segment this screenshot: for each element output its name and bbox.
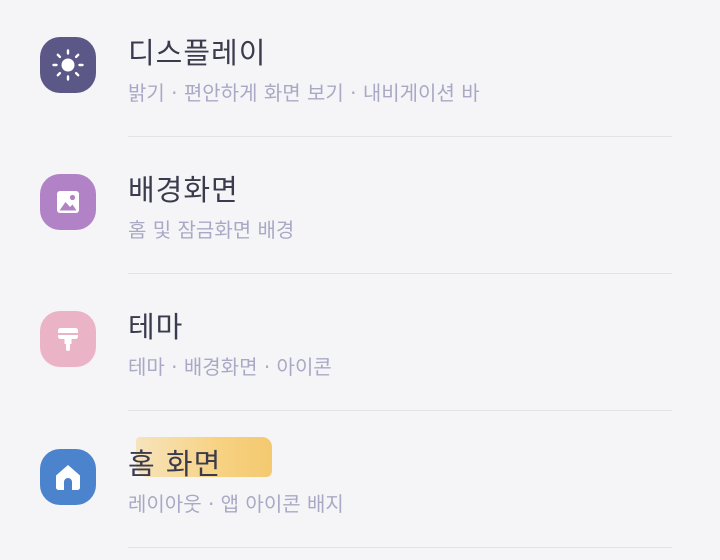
- settings-item-title: 디스플레이: [128, 36, 267, 70]
- settings-item-display[interactable]: 디스플레이 밝기 · 편안하게 화면 보기 · 내비게이션 바: [0, 0, 720, 137]
- settings-item-title: 배경화면: [128, 173, 239, 207]
- divider: [128, 547, 672, 548]
- sun-icon: [40, 37, 96, 93]
- settings-item-subtitle: 레이아웃 · 앱 아이콘 배지: [128, 492, 344, 516]
- settings-item-home-screen[interactable]: 홈 화면 레이아웃 · 앱 아이콘 배지: [0, 411, 720, 548]
- settings-item-subtitle: 밝기 · 편안하게 화면 보기 · 내비게이션 바: [128, 81, 480, 105]
- settings-item-title: 테마: [128, 310, 184, 344]
- settings-list: 디스플레이 밝기 · 편안하게 화면 보기 · 내비게이션 바 배경화면 홈 및…: [0, 0, 720, 560]
- settings-item-title: 홈 화면: [128, 447, 222, 481]
- paint-brush-icon: [40, 311, 96, 367]
- settings-item-wallpaper[interactable]: 배경화면 홈 및 잠금화면 배경: [0, 137, 720, 274]
- home-icon: [40, 449, 96, 505]
- image-icon: [40, 174, 96, 230]
- settings-item-subtitle: 홈 및 잠금화면 배경: [128, 218, 295, 242]
- settings-item-themes[interactable]: 테마 테마 · 배경화면 · 아이콘: [0, 274, 720, 411]
- settings-item-subtitle: 테마 · 배경화면 · 아이콘: [128, 355, 332, 379]
